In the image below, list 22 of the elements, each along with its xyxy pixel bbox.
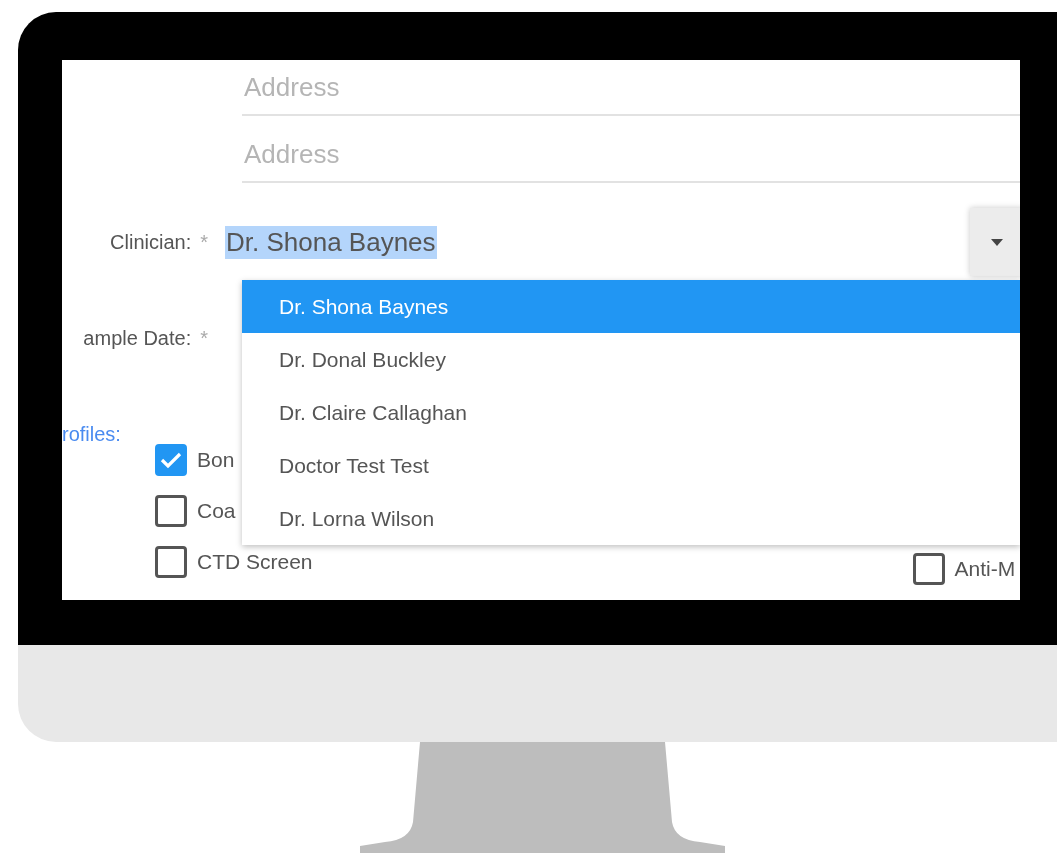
checkbox-label: Anti-M bbox=[954, 556, 1016, 581]
checkbox[interactable] bbox=[912, 552, 945, 585]
address-field[interactable]: Address bbox=[242, 127, 1020, 183]
checkbox[interactable] bbox=[155, 443, 187, 476]
checkbox-label: Bon bbox=[197, 447, 235, 472]
check-icon bbox=[160, 450, 182, 469]
clinician-label: Clinician: bbox=[110, 230, 192, 254]
checkbox-label: Coa bbox=[197, 498, 236, 523]
address-field[interactable]: Address bbox=[242, 60, 1020, 116]
checkbox[interactable] bbox=[155, 545, 187, 578]
caret-icon bbox=[991, 238, 1003, 246]
dropdown-option[interactable]: Dr. Donal Buckley bbox=[242, 333, 1020, 386]
dropdown-option[interactable]: Doctor Test Test bbox=[242, 439, 1020, 492]
dropdown-option[interactable]: Dr. Lorna Wilson bbox=[242, 492, 1020, 545]
dropdown-option[interactable]: Dr. Claire Callaghan bbox=[242, 386, 1020, 439]
required-mark: * bbox=[200, 326, 208, 350]
profiles-heading: rofiles: bbox=[62, 422, 122, 447]
sample-date-label: ample Date: bbox=[83, 326, 192, 350]
checkbox[interactable] bbox=[155, 494, 187, 527]
clinician-value[interactable]: Dr. Shona Baynes bbox=[225, 225, 437, 259]
required-mark: * bbox=[200, 230, 208, 254]
checkbox-label: CTD Screen bbox=[197, 549, 313, 574]
